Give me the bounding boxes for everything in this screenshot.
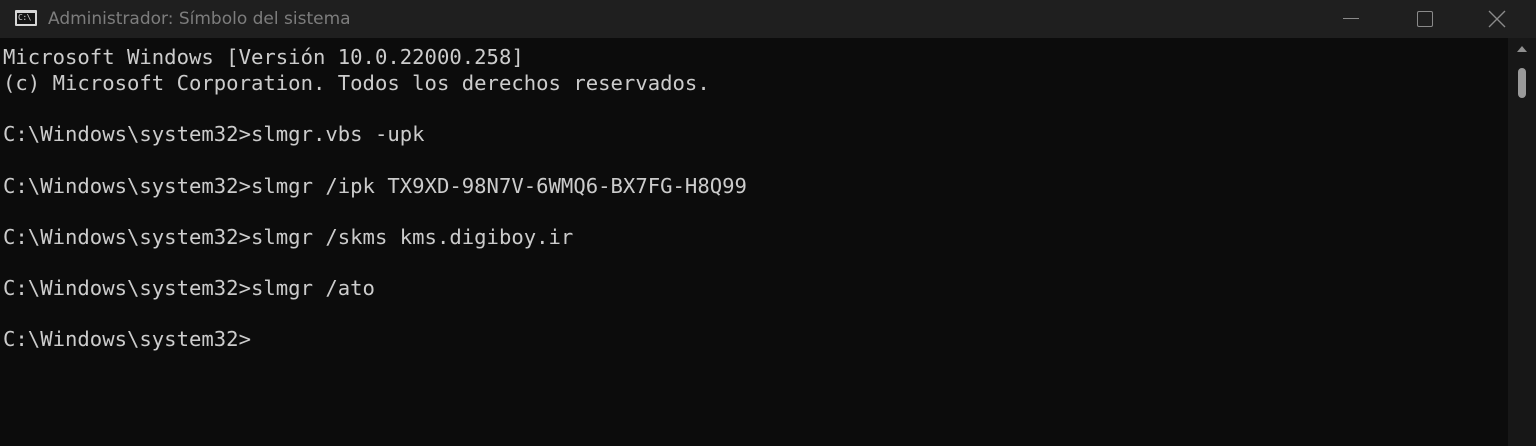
terminal-icon[interactable]: C:\ bbox=[15, 10, 37, 26]
minimize-icon bbox=[1343, 18, 1359, 19]
command-prompt-line[interactable]: C:\Windows\system32> bbox=[3, 326, 251, 352]
vertical-scrollbar[interactable] bbox=[1508, 38, 1536, 446]
terminal-icon-screen: C:\ bbox=[17, 13, 35, 24]
console-line: C:\Windows\system32>slmgr.vbs -upk bbox=[3, 122, 425, 146]
close-button[interactable] bbox=[1462, 0, 1536, 38]
console-line: C:\Windows\system32>slmgr /ato bbox=[3, 276, 375, 300]
scroll-up-arrow-icon[interactable] bbox=[1517, 46, 1527, 52]
console-output[interactable]: Microsoft Windows [Versión 10.0.22000.25… bbox=[0, 43, 1508, 446]
close-icon bbox=[1488, 10, 1506, 28]
window-title: Administrador: Símbolo del sistema bbox=[48, 9, 351, 29]
scroll-thumb[interactable] bbox=[1518, 68, 1526, 98]
title-bar[interactable]: C:\ Administrador: Símbolo del sistema bbox=[0, 0, 1536, 38]
console-line: Microsoft Windows [Versión 10.0.22000.25… bbox=[3, 45, 524, 69]
console-line: C:\Windows\system32>slmgr /ipk TX9XD-98N… bbox=[3, 174, 747, 198]
minimize-button[interactable] bbox=[1314, 0, 1388, 38]
maximize-icon bbox=[1417, 11, 1433, 27]
command-prompt-window: C:\ Administrador: Símbolo del sistema M… bbox=[0, 0, 1536, 446]
maximize-button[interactable] bbox=[1388, 0, 1462, 38]
console-line: C:\Windows\system32>slmgr /skms kms.digi… bbox=[3, 225, 574, 249]
terminal-icon-glyph: C:\ bbox=[18, 13, 31, 22]
console-line: (c) Microsoft Corporation. Todos los der… bbox=[3, 71, 710, 95]
